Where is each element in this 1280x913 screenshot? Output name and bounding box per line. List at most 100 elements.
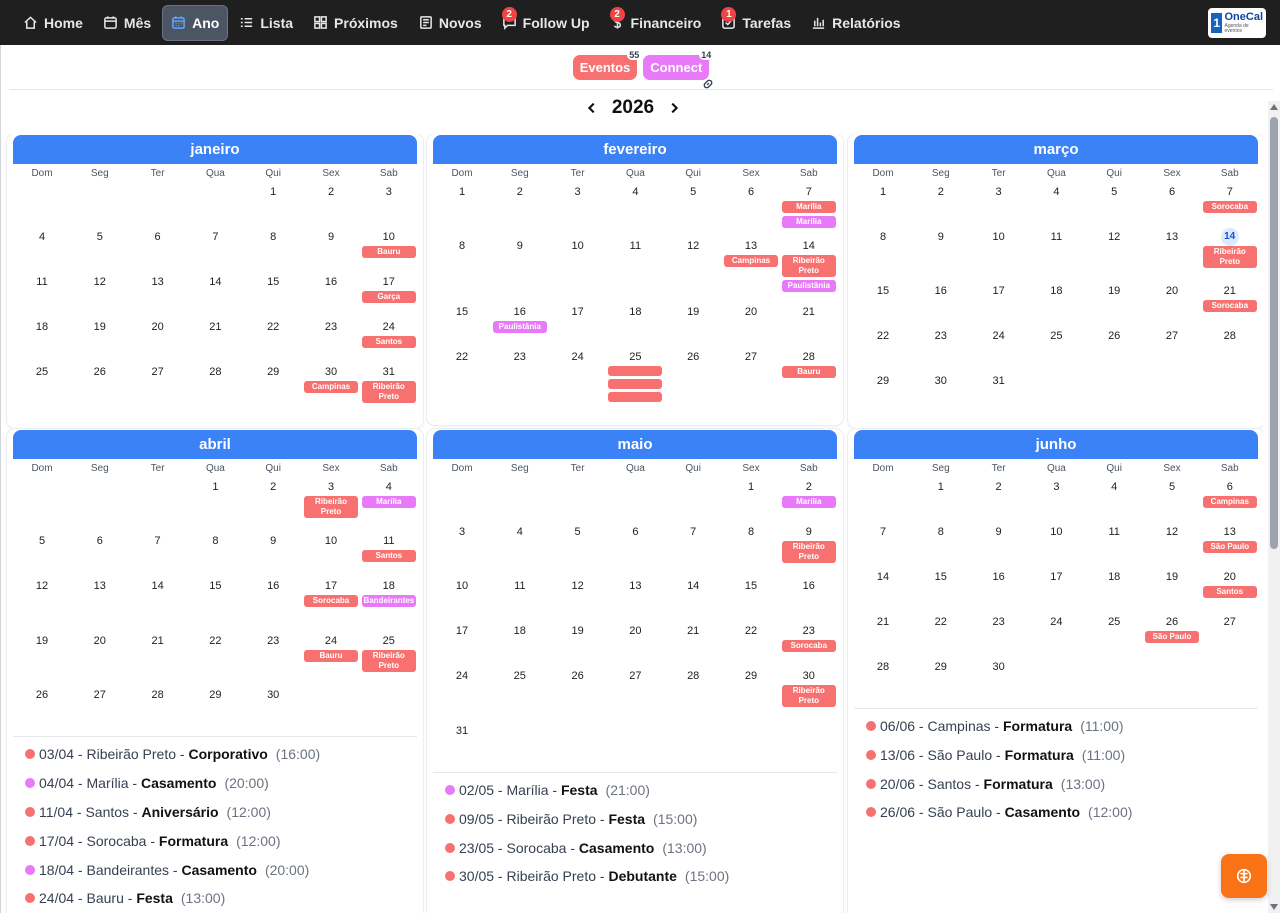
event-pill[interactable]: Marília xyxy=(781,496,836,508)
day-cell-19[interactable]: 19 xyxy=(664,306,722,318)
day-cell-20[interactable]: 20 xyxy=(1143,285,1201,297)
event-pill[interactable] xyxy=(608,366,663,377)
day-cell-30[interactable]: 30 xyxy=(244,689,302,701)
day-cell-10[interactable]: 10 xyxy=(1027,526,1085,538)
day-cell-7[interactable]: 7 xyxy=(854,526,912,538)
day-cell-17[interactable]: 17 xyxy=(1027,571,1085,583)
nav-home[interactable]: Home xyxy=(14,5,92,41)
day-cell-3[interactable]: 3 xyxy=(549,186,607,198)
day-cell-30[interactable]: 30 xyxy=(912,375,970,387)
day-cell-1[interactable]: 1 xyxy=(244,186,302,198)
day-cell-2[interactable]: 2 xyxy=(970,481,1028,493)
calendar-tab-eventos[interactable]: Eventos 55 xyxy=(572,50,642,80)
event-pill[interactable]: Campinas xyxy=(1202,496,1257,508)
day-cell-7[interactable]: 7 xyxy=(186,231,244,243)
event-pill[interactable]: Ribeirão Preto xyxy=(781,541,836,563)
day-cell-21[interactable]: 21 xyxy=(664,625,722,637)
event-pill[interactable]: Ribeirão Preto xyxy=(781,255,836,278)
event-pill[interactable] xyxy=(608,379,663,390)
day-cell-4[interactable]: 4 xyxy=(491,526,549,538)
day-cell-22[interactable]: 22 xyxy=(186,635,244,647)
day-cell-9[interactable]: 9 xyxy=(780,526,838,538)
day-cell-16[interactable]: 16 xyxy=(244,580,302,592)
day-cell-16[interactable]: 16 xyxy=(302,276,360,288)
day-cell-10[interactable]: 10 xyxy=(433,580,491,592)
day-cell-1[interactable]: 1 xyxy=(722,481,780,493)
event-pill[interactable]: São Paulo xyxy=(1202,541,1257,553)
day-cell-17[interactable]: 17 xyxy=(360,276,418,288)
day-cell-20[interactable]: 20 xyxy=(606,625,664,637)
day-cell-21[interactable]: 21 xyxy=(780,306,838,318)
onecal-logo[interactable]: 1 OneCal Agenda de eventos xyxy=(1208,8,1266,38)
day-cell-18[interactable]: 18 xyxy=(13,321,71,333)
day-cell-24[interactable]: 24 xyxy=(360,321,418,333)
day-cell-23[interactable]: 23 xyxy=(491,351,549,363)
nav-mes[interactable]: Mês xyxy=(94,5,160,41)
day-cell-26[interactable]: 26 xyxy=(1085,330,1143,342)
event-pill[interactable] xyxy=(608,392,663,403)
event-pill[interactable]: Ribeirão Preto xyxy=(361,649,416,672)
day-cell-16[interactable]: 16 xyxy=(780,580,838,592)
day-cell-13[interactable]: 13 xyxy=(606,580,664,592)
event-pill[interactable]: São Paulo xyxy=(1145,631,1199,643)
event-list-item[interactable]: 30/05 - Ribeirão Preto - Debutante (15:00… xyxy=(445,868,729,884)
day-cell-23[interactable]: 23 xyxy=(244,635,302,647)
day-cell-20[interactable]: 20 xyxy=(1201,571,1259,583)
day-cell-16[interactable]: 16 xyxy=(970,571,1028,583)
event-list-item[interactable]: 13/06 - São Paulo - Formatura (11:00) xyxy=(866,747,1125,763)
day-cell-19[interactable]: 19 xyxy=(13,635,71,647)
day-cell-14[interactable]: 14 xyxy=(664,580,722,592)
nav-proximos[interactable]: Próximos xyxy=(304,5,407,41)
event-pill[interactable]: Paulistânia xyxy=(781,280,836,293)
day-cell-15[interactable]: 15 xyxy=(186,580,244,592)
previous-year-button[interactable] xyxy=(578,95,606,121)
day-cell-16[interactable]: 16 xyxy=(912,285,970,297)
day-cell-9[interactable]: 9 xyxy=(970,526,1028,538)
day-cell-4[interactable]: 4 xyxy=(606,186,664,198)
calendar-tab-connect[interactable]: Connect 14 xyxy=(643,50,714,89)
day-cell-1[interactable]: 1 xyxy=(433,186,491,198)
day-cell-21[interactable]: 21 xyxy=(854,616,912,628)
day-cell-26[interactable]: 26 xyxy=(549,670,607,682)
day-cell-12[interactable]: 12 xyxy=(549,580,607,592)
day-cell-4[interactable]: 4 xyxy=(1027,186,1085,198)
scrollbar-thumb[interactable] xyxy=(1270,117,1278,549)
event-pill[interactable]: Ribeirão Preto xyxy=(361,381,416,403)
day-cell-13[interactable]: 13 xyxy=(129,276,187,288)
ai-assistant-button[interactable] xyxy=(1221,854,1267,898)
event-list-item[interactable]: 23/05 - Sorocaba - Casamento (13:00) xyxy=(445,840,707,856)
event-pill[interactable]: Santos xyxy=(361,550,416,563)
month-header[interactable]: abril xyxy=(13,430,417,459)
event-list-item[interactable]: 03/04 - Ribeirão Preto - Corporativo (16:… xyxy=(25,746,320,762)
day-cell-14[interactable]: 14 xyxy=(780,240,838,252)
event-pill[interactable]: Marília xyxy=(781,216,836,228)
day-cell-19[interactable]: 19 xyxy=(1085,285,1143,297)
day-cell-20[interactable]: 20 xyxy=(722,306,780,318)
day-cell-1[interactable]: 1 xyxy=(186,481,244,493)
event-pill[interactable]: Ribeirão Preto xyxy=(1202,246,1257,268)
event-list-item[interactable]: 06/06 - Campinas - Formatura (11:00) xyxy=(866,718,1124,734)
day-cell-8[interactable]: 8 xyxy=(722,526,780,538)
day-cell-24[interactable]: 24 xyxy=(433,670,491,682)
event-list-item[interactable]: 26/06 - São Paulo - Casamento (12:00) xyxy=(866,804,1132,820)
day-cell-13[interactable]: 13 xyxy=(722,240,780,252)
next-year-button[interactable] xyxy=(660,95,688,121)
day-cell-29[interactable]: 29 xyxy=(854,375,912,387)
day-cell-14[interactable]: 14 xyxy=(854,571,912,583)
day-cell-22[interactable]: 22 xyxy=(912,616,970,628)
day-cell-12[interactable]: 12 xyxy=(664,240,722,252)
event-pill[interactable]: Marília xyxy=(361,496,416,508)
day-cell-23[interactable]: 23 xyxy=(780,625,838,637)
day-cell-30[interactable]: 30 xyxy=(970,661,1028,673)
day-cell-29[interactable]: 29 xyxy=(244,366,302,378)
day-cell-22[interactable]: 22 xyxy=(854,330,912,342)
day-cell-28[interactable]: 28 xyxy=(186,366,244,378)
day-cell-24[interactable]: 24 xyxy=(302,635,360,647)
day-cell-2[interactable]: 2 xyxy=(302,186,360,198)
day-cell-26[interactable]: 26 xyxy=(664,351,722,363)
day-cell-7[interactable]: 7 xyxy=(129,535,187,547)
nav-ano[interactable]: Ano xyxy=(162,4,229,41)
event-pill[interactable]: Santos xyxy=(361,336,416,348)
day-cell-21[interactable]: 21 xyxy=(129,635,187,647)
scrollbar[interactable] xyxy=(1268,101,1280,913)
